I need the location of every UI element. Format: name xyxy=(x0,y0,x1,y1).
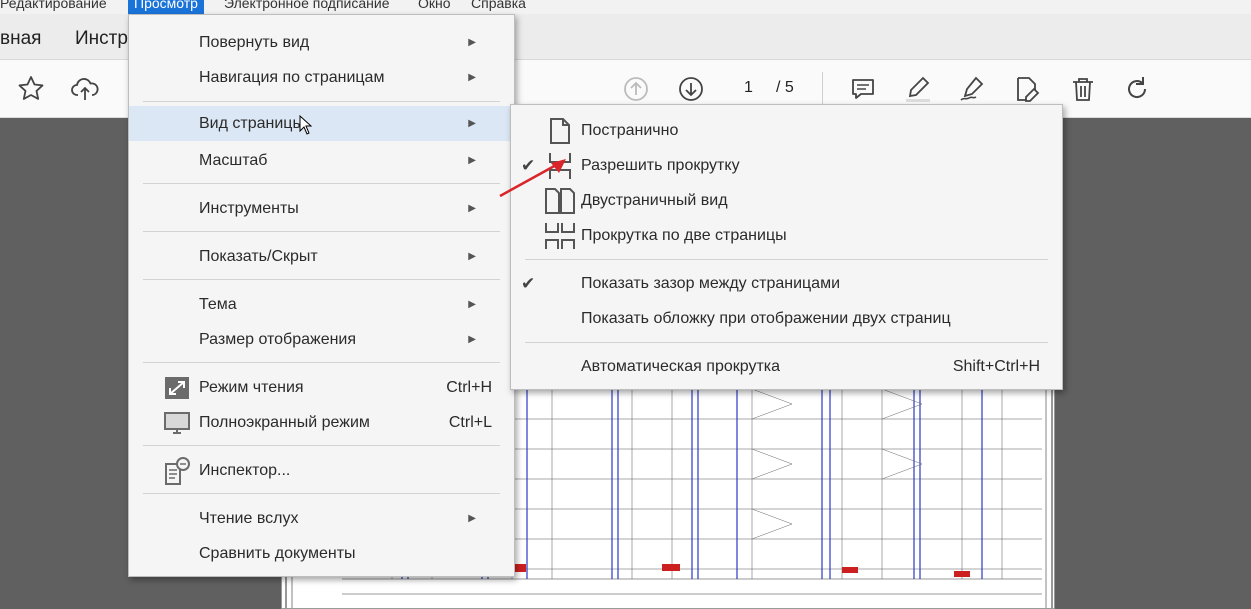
submenu-item-label: Автоматическая прокрутка xyxy=(581,358,781,375)
chevron-right-icon: ▶ xyxy=(468,72,476,83)
comment-icon[interactable] xyxy=(848,74,878,104)
menu-item-page-display[interactable]: Вид страницы ▶ xyxy=(129,106,514,141)
menu-item-label: Инструменты xyxy=(199,200,299,217)
menu-divider xyxy=(143,231,500,232)
mouse-cursor-icon xyxy=(299,115,313,135)
submenu-item-auto-scroll[interactable]: Автоматическая прокрутка Shift+Ctrl+H xyxy=(511,349,1062,384)
tab-tools[interactable]: Инстр xyxy=(75,28,128,50)
menu-item-label: Навигация по страницам xyxy=(199,69,385,86)
cloud-upload-icon[interactable] xyxy=(70,74,100,104)
menu-e-sign[interactable]: Электронное подписание xyxy=(224,0,390,14)
chevron-right-icon: ▶ xyxy=(468,203,476,214)
menu-divider xyxy=(143,183,500,184)
submenu-item-label: Постранично xyxy=(581,122,679,139)
menu-item-label: Инспектор... xyxy=(199,462,291,479)
two-page-scroll-icon xyxy=(545,223,575,249)
shortcut-label: Ctrl+H xyxy=(446,379,492,396)
menu-item-label: Сравнить документы xyxy=(199,545,356,562)
draw-icon[interactable] xyxy=(957,74,987,104)
shortcut-label: Ctrl+L xyxy=(448,414,492,431)
menu-help[interactable]: Справка xyxy=(471,0,526,14)
menu-item-inspector[interactable]: Инспектор... xyxy=(129,453,514,488)
monitor-icon xyxy=(164,412,190,434)
page-number-input[interactable]: 1 xyxy=(744,79,753,97)
toolbar-divider xyxy=(822,72,823,104)
submenu-item-label: Показать зазор между страницами xyxy=(581,275,841,292)
menu-item-label: Тема xyxy=(199,296,237,313)
submenu-item-two-page-view[interactable]: Двустраничный вид xyxy=(511,183,1062,218)
menu-item-label: Режим чтения xyxy=(199,379,304,396)
chevron-right-icon: ▶ xyxy=(468,334,476,345)
chevron-right-icon: ▶ xyxy=(468,118,476,129)
page-total: / 5 xyxy=(776,79,794,96)
menu-item-zoom[interactable]: Масштаб ▶ xyxy=(129,143,514,178)
submenu-item-label: Прокрутка по две страницы xyxy=(581,227,787,244)
page-up-icon[interactable] xyxy=(621,74,651,104)
menu-divider xyxy=(143,445,500,446)
single-page-icon xyxy=(550,118,570,144)
menu-item-label: Чтение вслух xyxy=(199,510,299,527)
menu-window[interactable]: Окно xyxy=(418,0,451,14)
menu-item-display-size[interactable]: Размер отображения ▶ xyxy=(129,322,514,357)
menu-divider xyxy=(143,493,500,494)
shortcut-label: Shift+Ctrl+H xyxy=(952,358,1040,375)
highlighter-icon[interactable] xyxy=(903,74,933,104)
tab-home[interactable]: вная xyxy=(0,28,41,50)
checkmark-icon: ✔ xyxy=(521,274,536,293)
menu-item-label: Масштаб xyxy=(199,152,268,169)
menu-item-reading-mode[interactable]: Режим чтения Ctrl+H xyxy=(129,370,514,405)
chevron-right-icon: ▶ xyxy=(468,251,476,262)
submenu-item-show-cover[interactable]: Показать обложку при отображении двух ст… xyxy=(511,301,1062,336)
menu-item-read-aloud[interactable]: Чтение вслух ▶ xyxy=(129,501,514,536)
menu-item-compare-documents[interactable]: Сравнить документы xyxy=(129,536,514,571)
trash-icon[interactable] xyxy=(1068,74,1098,104)
menu-divider xyxy=(525,342,1048,343)
chevron-right-icon: ▶ xyxy=(468,37,476,48)
page-down-icon[interactable] xyxy=(676,74,706,104)
menu-divider xyxy=(143,101,500,102)
submenu-item-two-page-scroll[interactable]: Прокрутка по две страницы xyxy=(511,218,1062,253)
chevron-right-icon: ▶ xyxy=(468,299,476,310)
submenu-item-enable-scrolling[interactable]: ✔ Разрешить прокрутку xyxy=(511,148,1062,183)
edit-text-icon[interactable] xyxy=(1011,74,1041,104)
menu-edit[interactable]: Редактирование xyxy=(0,0,107,14)
menu-item-page-navigation[interactable]: Навигация по страницам ▶ xyxy=(129,60,514,95)
menu-bar: Редактирование Просмотр Электронное подп… xyxy=(0,0,1251,14)
submenu-item-label: Показать обложку при отображении двух ст… xyxy=(581,310,951,327)
menu-divider xyxy=(525,259,1048,260)
submenu-item-label: Разрешить прокрутку xyxy=(581,157,740,174)
view-menu: Повернуть вид ▶ Навигация по страницам ▶ В… xyxy=(128,14,515,577)
star-icon[interactable] xyxy=(16,74,46,104)
inspector-icon xyxy=(165,457,190,485)
menu-item-show-hide[interactable]: Показать/Скрыт ▶ xyxy=(129,239,514,274)
submenu-item-show-page-gap[interactable]: ✔ Показать зазор между страницами xyxy=(511,266,1062,301)
menu-divider xyxy=(143,362,500,363)
annotation-arrow xyxy=(499,159,566,198)
menu-item-theme[interactable]: Тема ▶ xyxy=(129,287,514,322)
menu-item-rotate-view[interactable]: Повернуть вид ▶ xyxy=(129,25,514,60)
rotate-icon[interactable] xyxy=(1122,74,1152,104)
submenu-item-single-page[interactable]: Постранично xyxy=(511,113,1062,148)
menu-item-label: Полноэкранный режим xyxy=(199,414,370,431)
submenu-item-label: Двустраничный вид xyxy=(581,192,728,209)
menu-item-label: Вид страницы xyxy=(199,115,304,132)
menu-item-fullscreen[interactable]: Полноэкранный режим Ctrl+L xyxy=(129,405,514,440)
expand-icon xyxy=(165,377,189,399)
menu-item-label: Показать/Скрыт xyxy=(199,248,318,265)
chevron-right-icon: ▶ xyxy=(468,155,476,166)
menu-divider xyxy=(143,279,500,280)
chevron-right-icon: ▶ xyxy=(468,513,476,524)
page-display-submenu: Постранично ✔ Разрешить прокрутку Двустр… xyxy=(510,104,1063,390)
menu-view[interactable]: Просмотр xyxy=(128,0,204,14)
menu-item-label: Повернуть вид xyxy=(199,34,310,51)
menu-item-tools[interactable]: Инструменты ▶ xyxy=(129,191,514,226)
menu-item-label: Размер отображения xyxy=(199,331,357,348)
